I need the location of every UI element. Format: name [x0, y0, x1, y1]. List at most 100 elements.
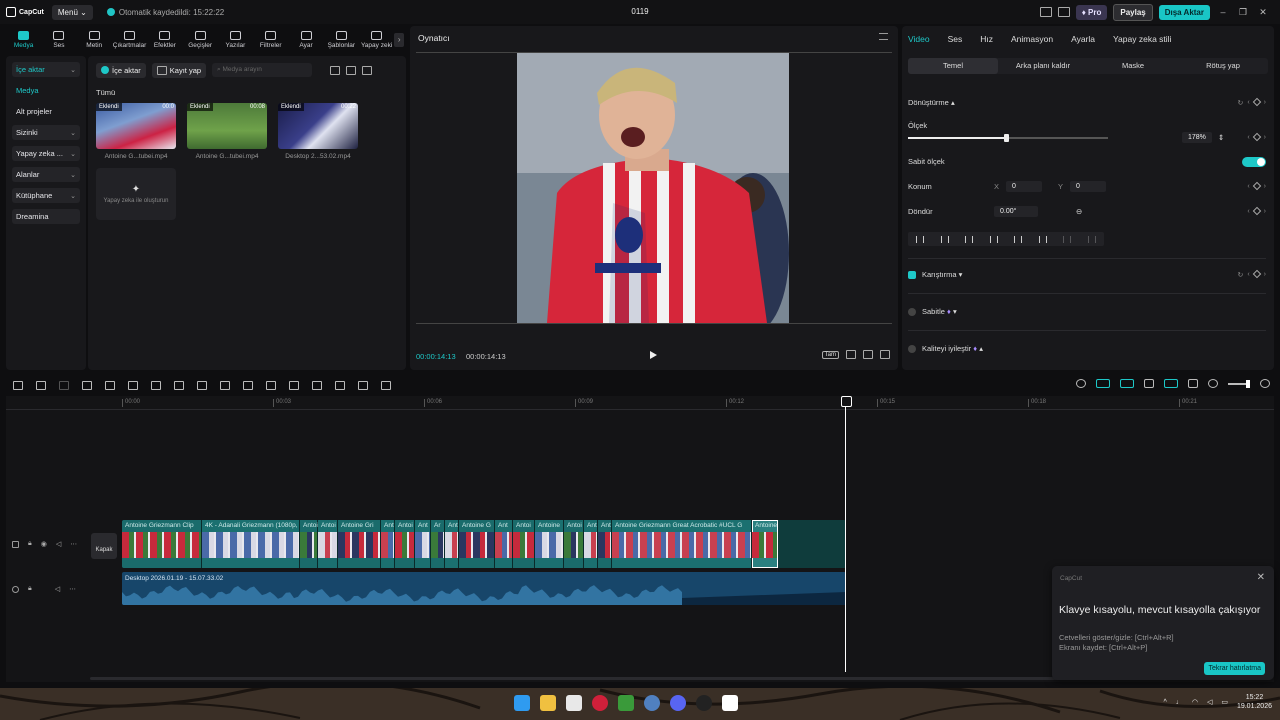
stabilize-checkbox[interactable]: [908, 307, 916, 316]
preview-axis-icon[interactable]: [1164, 379, 1178, 388]
video-clip[interactable]: Antoi: [300, 520, 318, 568]
media-item[interactable]: Eklendi 00:22 Desktop 2...53.02.mp4: [278, 103, 358, 160]
media-item[interactable]: Eklendi 00:0 Antoine G...tubei.mp4: [96, 103, 176, 160]
mix-checkbox[interactable]: [908, 270, 916, 279]
audio-clip[interactable]: Desktop 2026.01.19 - 15.07.33.02: [122, 572, 846, 605]
keyframe-next-icon[interactable]: ›: [1264, 271, 1266, 279]
opera-icon[interactable]: [592, 695, 608, 711]
scale-value[interactable]: 178%: [1182, 132, 1212, 143]
snapshot-icon[interactable]: [846, 350, 856, 359]
tab-ai-style[interactable]: Yapay zeka stili: [1113, 34, 1171, 44]
media-search-input[interactable]: ⌕ Medya arayın: [212, 63, 313, 77]
play-button[interactable]: [650, 351, 657, 359]
subtab-remove-bg[interactable]: Arka planı kaldır: [998, 58, 1088, 74]
position-y-input[interactable]: 0: [1070, 181, 1106, 192]
video-clip[interactable]: Ant: [445, 520, 459, 568]
keyframe-next-icon[interactable]: ›: [1264, 208, 1266, 215]
volume-icon[interactable]: ◁: [1207, 698, 1212, 706]
subtab-basic[interactable]: Temel: [908, 58, 998, 74]
share-button[interactable]: Paylaş: [1113, 3, 1153, 21]
sidebar-item-ai[interactable]: Yapay zeka ... ⌄: [12, 146, 80, 161]
scale-slider[interactable]: [908, 134, 1108, 142]
ai-edit-icon[interactable]: [381, 380, 391, 390]
rotate-input[interactable]: 0.00°: [994, 206, 1038, 217]
video-clip[interactable]: Ant: [415, 520, 431, 568]
playhead[interactable]: [841, 396, 852, 672]
auto-snap-icon[interactable]: [1120, 379, 1134, 388]
distribute-v-icon[interactable]: [1087, 235, 1096, 243]
toolbar-more-button[interactable]: ›: [394, 33, 405, 47]
reset-icon[interactable]: ↻: [1237, 271, 1243, 279]
align-right-icon[interactable]: [965, 235, 974, 243]
more-icon[interactable]: ⋯: [70, 540, 77, 548]
video-clip[interactable]: Ant: [495, 520, 513, 568]
sidebar-item-library[interactable]: Kütüphane ⌄: [12, 188, 80, 203]
freeze-icon[interactable]: [243, 380, 253, 390]
video-clip[interactable]: Antoi: [564, 520, 584, 568]
tab-speed[interactable]: Hız: [980, 34, 993, 44]
tab-adjust[interactable]: Ayarla: [1071, 34, 1095, 44]
keyframe-icon[interactable]: [1252, 206, 1261, 216]
player-progress-line[interactable]: [416, 323, 892, 324]
sidebar-item-media[interactable]: Medya: [12, 83, 80, 98]
tab-video[interactable]: Video: [908, 34, 930, 44]
keyframe-prev-icon[interactable]: ‹: [1247, 208, 1249, 215]
capcut-taskbar-icon[interactable]: [722, 695, 738, 711]
export-button[interactable]: Dışa Aktar: [1158, 4, 1210, 20]
image-icon[interactable]: [358, 380, 368, 390]
minimize-button[interactable]: –: [1216, 7, 1230, 17]
time-ruler[interactable]: 00:00 00:03 00:06 00:09 00:12 00:15 00:18 00:21: [6, 396, 1274, 410]
tool-audio[interactable]: Ses: [41, 31, 76, 49]
main-track-magnet-icon[interactable]: [1096, 379, 1110, 388]
maximize-button[interactable]: ❐: [1236, 7, 1250, 18]
stepper-icon[interactable]: ⇕: [1218, 133, 1224, 142]
fit-button[interactable]: Tam: [821, 350, 839, 359]
clock[interactable]: 15:22 19.01.2026: [1237, 693, 1272, 711]
more-icon[interactable]: ⋯: [69, 585, 76, 593]
keyframe-icon[interactable]: [1252, 269, 1261, 278]
tool-captions[interactable]: Yazılar: [218, 31, 253, 49]
mirror-icon[interactable]: [266, 380, 276, 390]
tool-transitions[interactable]: Geçişler: [182, 31, 217, 49]
tool-ai[interactable]: Yapay zeki: [359, 31, 394, 49]
align-center-icon[interactable]: [940, 235, 949, 243]
fullscreen-icon[interactable]: [880, 350, 890, 359]
redo-icon[interactable]: [59, 380, 69, 390]
zoom-slider-handle[interactable]: [1246, 379, 1250, 388]
video-clip[interactable]: 4K - Adanali Griezmann (1080p,: [202, 520, 300, 568]
subtab-mask[interactable]: Maske: [1088, 58, 1178, 74]
delete-icon[interactable]: [151, 380, 161, 390]
video-track[interactable]: Antoine Griezmann Clip 4K - Adanali Griez…: [122, 520, 846, 568]
player-menu-icon[interactable]: [879, 33, 888, 40]
file-explorer-icon[interactable]: [540, 695, 556, 711]
shield-icon[interactable]: [174, 380, 184, 390]
video-clip[interactable]: Antoi: [318, 520, 338, 568]
keyframe-prev-icon[interactable]: ‹: [1247, 99, 1249, 107]
mix-section[interactable]: Karıştırma ▾ ↻ ‹ ›: [908, 269, 1266, 279]
tool-adjust[interactable]: Ayar: [288, 31, 323, 49]
wifi-icon[interactable]: ◠: [1192, 698, 1198, 706]
video-clip[interactable]: Antoine Gri: [338, 520, 381, 568]
cover-button[interactable]: Kapak: [91, 533, 117, 559]
keyframe-icon[interactable]: [1252, 181, 1261, 191]
notification-close-button[interactable]: ✕: [1257, 572, 1265, 583]
video-clip[interactable]: Antoi: [395, 520, 415, 568]
sidebar-item-yours[interactable]: Sizinki ⌄: [12, 125, 80, 140]
split-icon[interactable]: [82, 380, 92, 390]
grid-view-icon[interactable]: [330, 65, 341, 75]
undo-icon[interactable]: [36, 380, 46, 390]
discord-icon[interactable]: [670, 695, 686, 711]
video-clip[interactable]: Antoine Griezmann Great Acrobatic #UCL G: [612, 520, 752, 568]
align-bottom-icon[interactable]: [1038, 235, 1047, 243]
network-app-icon[interactable]: [644, 695, 660, 711]
align-top-icon[interactable]: [989, 235, 998, 243]
keyframe-next-icon[interactable]: ›: [1264, 183, 1266, 190]
main-menu-button[interactable]: Menü ⌄: [51, 4, 93, 20]
zoom-in-icon[interactable]: [1260, 379, 1270, 388]
start-icon[interactable]: [514, 695, 530, 711]
reset-icon[interactable]: ↻: [1237, 99, 1243, 107]
pro-button[interactable]: ♦ Pro: [1075, 4, 1108, 20]
tab-animation[interactable]: Animasyon: [1011, 34, 1053, 44]
microphone-tray-icon[interactable]: ♩: [1176, 699, 1183, 706]
battery-icon[interactable]: ▭: [1221, 698, 1228, 706]
